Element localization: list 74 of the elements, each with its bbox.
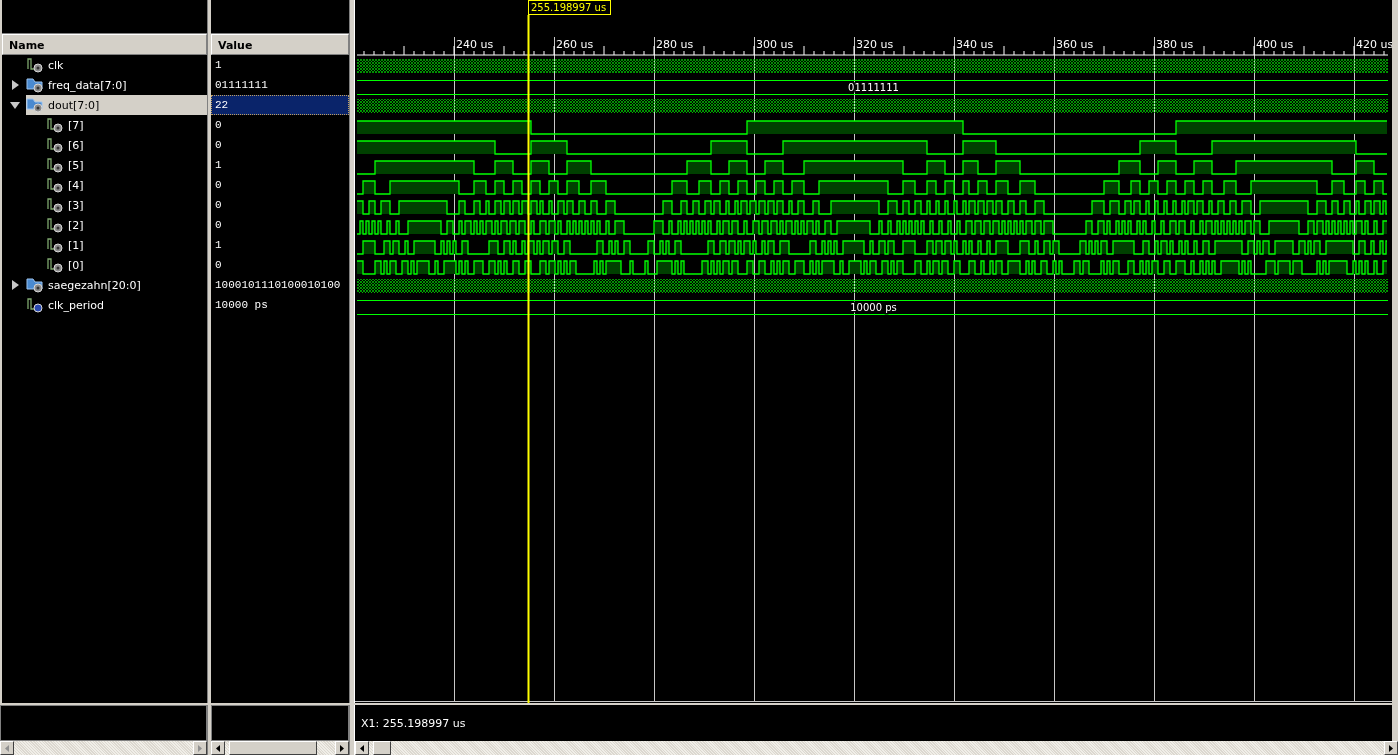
left-arrow-icon — [5, 744, 9, 752]
horizontal-scrollbar[interactable] — [0, 741, 207, 755]
signal-name[interactable]: [7] — [46, 115, 207, 135]
ruler-label: 280 us — [656, 38, 694, 51]
signal-value: 1000101110100010100 — [214, 278, 342, 293]
ruler-label: 380 us — [1156, 38, 1194, 51]
signal-bit-icon — [46, 237, 64, 253]
signal-name[interactable]: [6] — [46, 135, 207, 155]
ruler-label: 420 us — [1356, 38, 1392, 51]
signal-bit-icon — [46, 177, 64, 193]
constant-icon — [26, 297, 44, 313]
signal-bit-icon — [46, 117, 64, 133]
right-arrow-icon — [198, 744, 202, 752]
signal-name[interactable]: clk — [26, 55, 207, 75]
signal-bit-icon — [46, 197, 64, 213]
expand-arrow-icon[interactable] — [10, 280, 20, 290]
scroll-right-button[interactable] — [335, 741, 349, 755]
signal-value: 1 — [214, 58, 223, 73]
scroll-right-button[interactable] — [1384, 741, 1398, 755]
cursor-readout: X1: 255.198997 us — [361, 716, 466, 730]
signal-bit-icon — [46, 137, 64, 153]
ruler-label: 260 us — [556, 38, 594, 51]
signal-value: 01111111 — [214, 78, 269, 93]
signal-value: 0 — [214, 178, 223, 193]
scrollbar-thumb[interactable] — [229, 741, 317, 755]
signal-name[interactable]: [0] — [46, 255, 207, 275]
signal-value: 1 — [214, 238, 223, 253]
scroll-left-button[interactable] — [0, 741, 14, 755]
signal-value: 0 — [214, 218, 223, 233]
ruler-label: 240 us — [456, 38, 494, 51]
bus-icon — [26, 277, 44, 293]
ruler-label: 360 us — [1056, 38, 1094, 51]
signal-value: 0 — [214, 138, 223, 153]
signal-value: 10000 ps — [214, 298, 269, 313]
signal-bit-icon — [46, 217, 64, 233]
bus-icon — [26, 77, 44, 93]
scroll-left-button[interactable] — [211, 741, 225, 755]
left-arrow-icon — [360, 744, 364, 752]
cursor-line[interactable] — [527, 14, 530, 703]
cursor-time-label[interactable]: 255.198997 us — [528, 0, 611, 15]
horizontal-scrollbar[interactable] — [355, 741, 1398, 755]
scroll-left-button[interactable] — [355, 741, 369, 755]
signal-value: 22 — [211, 95, 349, 115]
right-arrow-icon — [1389, 744, 1393, 752]
signal-name[interactable]: freq_data[7:0] — [26, 75, 207, 95]
signal-name[interactable]: [1] — [46, 235, 207, 255]
signal-value: 0 — [214, 258, 223, 273]
scroll-right-button[interactable] — [193, 741, 207, 755]
signal-value: 0 — [214, 198, 223, 213]
ruler-label: 400 us — [1256, 38, 1294, 51]
signal-value: 1 — [214, 158, 223, 173]
expand-arrow-icon[interactable] — [10, 100, 20, 110]
signal-name[interactable]: clk_period — [26, 295, 207, 315]
left-arrow-icon — [216, 744, 220, 752]
signal-name[interactable]: [5] — [46, 155, 207, 175]
signal-value: 0 — [214, 118, 223, 133]
scrollbar-thumb[interactable] — [373, 741, 391, 755]
signal-bit-icon — [46, 157, 64, 173]
ruler-label: 320 us — [856, 38, 894, 51]
signal-name[interactable]: [3] — [46, 195, 207, 215]
value-column-header[interactable]: Value — [211, 34, 349, 55]
horizontal-scrollbar[interactable] — [211, 741, 349, 755]
signal-bit-icon — [26, 57, 44, 73]
signal-name[interactable]: [4] — [46, 175, 207, 195]
name-column-header[interactable]: Name — [2, 34, 207, 55]
ruler-label: 340 us — [956, 38, 994, 51]
bus-icon — [26, 97, 44, 113]
expand-arrow-icon[interactable] — [10, 80, 20, 90]
ruler-label: 300 us — [756, 38, 794, 51]
signal-name[interactable]: dout[7:0] — [26, 95, 207, 115]
signal-name[interactable]: saegezahn[20:0] — [26, 275, 207, 295]
signal-name[interactable]: [2] — [46, 215, 207, 235]
right-arrow-icon — [340, 744, 344, 752]
signal-bit-icon — [46, 257, 64, 273]
